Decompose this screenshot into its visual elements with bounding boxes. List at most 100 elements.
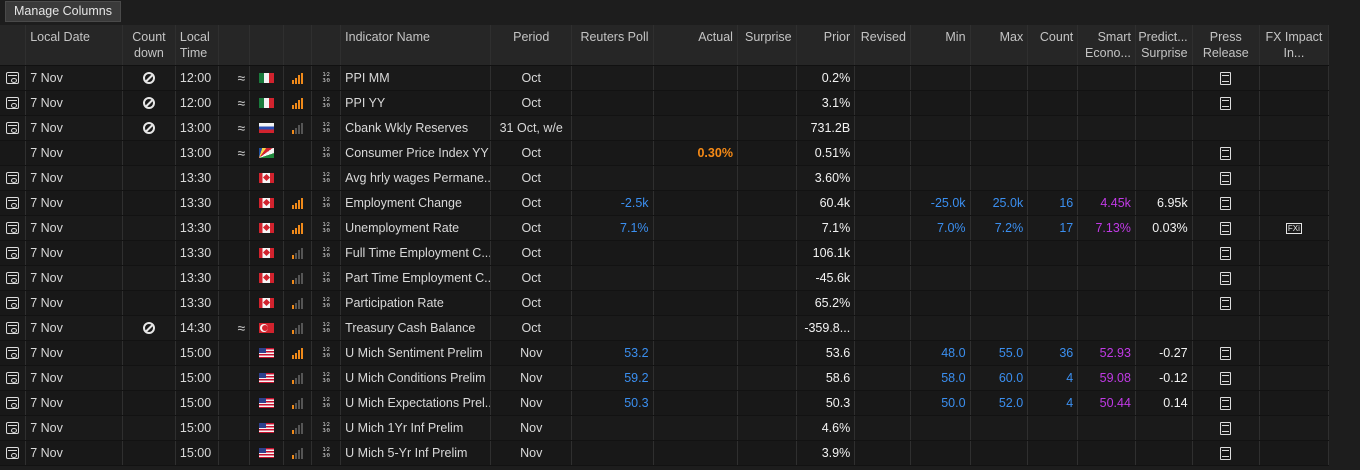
row-calendar-cell[interactable] — [0, 141, 27, 165]
calc-cell[interactable]: 1⁄2 3⁄0 — [312, 391, 342, 415]
row-calendar-cell[interactable] — [0, 266, 27, 290]
indicator-name[interactable]: Consumer Price Index YY — [341, 141, 492, 165]
header-count[interactable]: Count — [1028, 25, 1079, 65]
document-icon[interactable] — [1220, 71, 1232, 85]
calculator-icon[interactable]: 1⁄2 3⁄0 — [322, 397, 330, 409]
calculator-icon[interactable]: 1⁄2 3⁄0 — [322, 272, 330, 284]
document-icon[interactable] — [1220, 96, 1232, 110]
table-row[interactable]: 7 Nov 13:30 1⁄2 3⁄0 Full Time Employment C..… — [0, 241, 1329, 266]
press-release-cell[interactable] — [1193, 316, 1260, 340]
calculator-icon[interactable]: 1⁄2 3⁄0 — [322, 322, 330, 334]
manage-columns-button[interactable]: Manage Columns — [5, 1, 121, 22]
table-row[interactable]: 7 Nov 14:30 ≈1⁄2 3⁄0 Treasury Cash Balance Oc… — [0, 316, 1329, 341]
calc-cell[interactable]: 1⁄2 3⁄0 — [312, 316, 342, 340]
calculator-icon[interactable]: 1⁄2 3⁄0 — [322, 147, 330, 159]
press-release-cell[interactable] — [1193, 416, 1260, 440]
calc-cell[interactable]: 1⁄2 3⁄0 — [312, 216, 342, 240]
indicator-name[interactable]: U Mich Sentiment Prelim — [341, 341, 492, 365]
header-indicator-name[interactable]: Indicator Name — [341, 25, 492, 65]
indicator-name[interactable]: PPI YY — [341, 91, 492, 115]
press-release-cell[interactable] — [1193, 266, 1260, 290]
row-calendar-cell[interactable] — [0, 216, 27, 240]
indicator-name[interactable]: Avg hrly wages Permane... — [341, 166, 492, 190]
calc-cell[interactable]: 1⁄2 3⁄0 — [312, 166, 342, 190]
press-release-cell[interactable] — [1193, 116, 1260, 140]
fx-impact-cell[interactable] — [1260, 166, 1329, 190]
fx-impact-cell[interactable] — [1260, 416, 1329, 440]
calculator-icon[interactable]: 1⁄2 3⁄0 — [322, 447, 330, 459]
row-calendar-cell[interactable] — [0, 116, 27, 140]
calc-cell[interactable]: 1⁄2 3⁄0 — [312, 241, 342, 265]
header-local-time[interactable]: Local Time — [176, 25, 220, 65]
document-icon[interactable] — [1220, 396, 1232, 410]
fx-impact-cell[interactable] — [1260, 291, 1329, 315]
table-row[interactable]: 7 Nov 13:00 ≈1⁄2 3⁄0 Consumer Price Index YY… — [0, 141, 1329, 166]
fx-impact-cell[interactable] — [1260, 91, 1329, 115]
fx-impact-icon[interactable]: FXi — [1285, 222, 1302, 234]
fx-impact-cell[interactable] — [1260, 116, 1329, 140]
header-actual[interactable]: Actual — [654, 25, 738, 65]
press-release-cell[interactable] — [1193, 241, 1260, 265]
fx-impact-cell[interactable] — [1260, 441, 1329, 465]
row-calendar-cell[interactable] — [0, 241, 27, 265]
fx-impact-cell[interactable] — [1260, 191, 1329, 215]
press-release-cell[interactable] — [1193, 441, 1260, 465]
calendar-icon[interactable] — [6, 347, 20, 359]
calc-cell[interactable]: 1⁄2 3⁄0 — [312, 266, 342, 290]
press-release-cell[interactable] — [1193, 366, 1260, 390]
calculator-icon[interactable]: 1⁄2 3⁄0 — [322, 197, 330, 209]
calendar-icon[interactable] — [6, 122, 20, 134]
press-release-cell[interactable] — [1193, 341, 1260, 365]
indicator-name[interactable]: U Mich 1Yr Inf Prelim — [341, 416, 492, 440]
press-release-cell[interactable] — [1193, 216, 1260, 240]
fx-impact-cell[interactable]: FXi — [1260, 216, 1329, 240]
press-release-cell[interactable] — [1193, 191, 1260, 215]
calc-cell[interactable]: 1⁄2 3⁄0 — [312, 91, 342, 115]
header-local-date[interactable]: Local Date — [26, 25, 123, 65]
document-icon[interactable] — [1220, 246, 1232, 260]
calc-cell[interactable]: 1⁄2 3⁄0 — [312, 341, 342, 365]
document-icon[interactable] — [1220, 446, 1232, 460]
calendar-icon[interactable] — [6, 422, 20, 434]
calendar-icon[interactable] — [6, 297, 20, 309]
calculator-icon[interactable]: 1⁄2 3⁄0 — [322, 97, 330, 109]
table-row[interactable]: 7 Nov 13:30 1⁄2 3⁄0 Participation Rate Oct 65.… — [0, 291, 1329, 316]
row-calendar-cell[interactable] — [0, 191, 27, 215]
calendar-icon[interactable] — [6, 97, 20, 109]
document-icon[interactable] — [1220, 371, 1232, 385]
table-row[interactable]: 7 Nov 15:00 1⁄2 3⁄0 U Mich 1Yr Inf Prelim Nov… — [0, 416, 1329, 441]
calculator-icon[interactable]: 1⁄2 3⁄0 — [322, 297, 330, 309]
row-calendar-cell[interactable] — [0, 166, 27, 190]
fx-impact-cell[interactable] — [1260, 66, 1329, 90]
document-icon[interactable] — [1220, 221, 1232, 235]
document-icon[interactable] — [1220, 196, 1232, 210]
indicator-name[interactable]: U Mich Conditions Prelim — [341, 366, 492, 390]
row-calendar-cell[interactable] — [0, 366, 27, 390]
table-row[interactable]: 7 Nov 13:00 ≈1⁄2 3⁄0 Cbank Wkly Reserves 31 O… — [0, 116, 1329, 141]
calculator-icon[interactable]: 1⁄2 3⁄0 — [322, 222, 330, 234]
calc-cell[interactable]: 1⁄2 3⁄0 — [312, 441, 342, 465]
calc-cell[interactable]: 1⁄2 3⁄0 — [312, 141, 342, 165]
press-release-cell[interactable] — [1193, 166, 1260, 190]
table-row[interactable]: 7 Nov 12:00 ≈1⁄2 3⁄0 PPI YY Oct 3.1% — [0, 91, 1329, 116]
table-row[interactable]: 7 Nov 13:30 1⁄2 3⁄0 Unemployment Rate Oct 7.1%… — [0, 216, 1329, 241]
fx-impact-cell[interactable] — [1260, 391, 1329, 415]
calc-cell[interactable]: 1⁄2 3⁄0 — [312, 291, 342, 315]
header-surprise[interactable]: Surprise — [738, 25, 797, 65]
indicator-name[interactable]: Full Time Employment C... — [341, 241, 492, 265]
fx-impact-cell[interactable] — [1260, 266, 1329, 290]
header-predict-surprise[interactable]: Predict... Surprise — [1136, 25, 1193, 65]
document-icon[interactable] — [1220, 296, 1232, 310]
calculator-icon[interactable]: 1⁄2 3⁄0 — [322, 347, 330, 359]
press-release-cell[interactable] — [1193, 66, 1260, 90]
calc-cell[interactable]: 1⁄2 3⁄0 — [312, 191, 342, 215]
header-smart-econ[interactable]: Smart Econo... — [1078, 25, 1136, 65]
document-icon[interactable] — [1220, 346, 1232, 360]
calendar-icon[interactable] — [6, 272, 20, 284]
row-calendar-cell[interactable] — [0, 291, 27, 315]
press-release-cell[interactable] — [1193, 141, 1260, 165]
fx-impact-cell[interactable] — [1260, 141, 1329, 165]
press-release-cell[interactable] — [1193, 91, 1260, 115]
header-prior[interactable]: Prior — [797, 25, 856, 65]
indicator-name[interactable]: U Mich Expectations Prel... — [341, 391, 492, 415]
